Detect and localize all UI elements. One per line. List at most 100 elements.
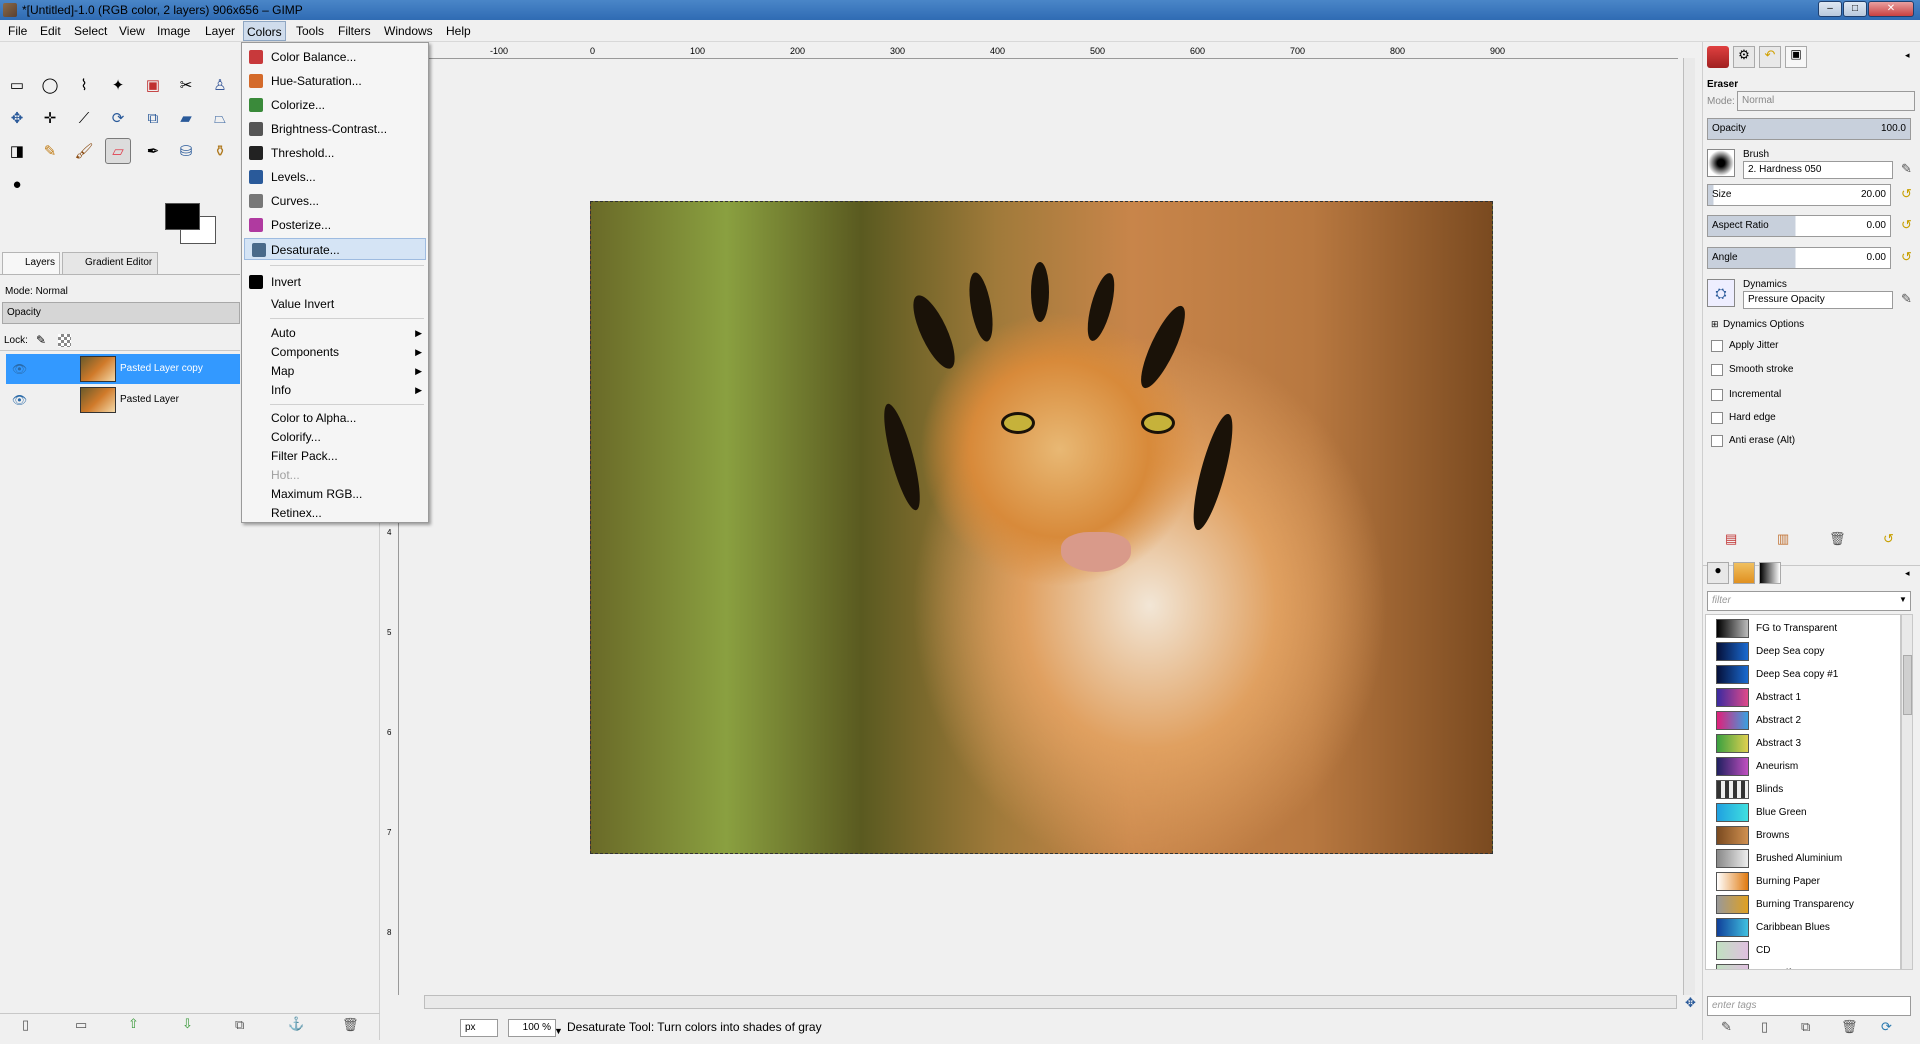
layer-row[interactable]: 👁 Pasted Layer — [6, 385, 240, 415]
menu-item-info[interactable]: Info ▶ — [242, 379, 428, 401]
menu-view[interactable]: View — [115, 24, 149, 38]
menu-item-desaturate[interactable]: Desaturate... — [244, 238, 426, 260]
smudge-icon[interactable]: ● — [4, 171, 30, 197]
horizontal-scrollbar[interactable] — [424, 995, 1677, 1009]
ellipse-select-icon[interactable]: ◯ — [37, 72, 63, 98]
size-slider[interactable]: Size 20.00 — [1707, 184, 1891, 206]
save-options-icon[interactable]: ▤ — [1725, 531, 1737, 547]
flip-icon[interactable]: ◨ — [4, 138, 30, 164]
menu-item-retinex[interactable]: Retinex... — [242, 502, 428, 524]
menu-item-color-balance[interactable]: Color Balance... — [242, 46, 428, 68]
tab-brushes[interactable]: ● — [1707, 562, 1729, 584]
lock-pixels-icon[interactable]: ✎ — [36, 333, 46, 347]
tab-layers[interactable]: Layers — [2, 252, 60, 274]
crop-icon[interactable]: ⟋ — [71, 105, 97, 131]
dock-menu-icon[interactable]: ◂ — [1905, 568, 1910, 579]
menu-filters[interactable]: Filters — [334, 24, 375, 38]
list-item[interactable]: Burning Paper — [1712, 870, 1900, 893]
chevron-down-icon[interactable]: ▼ — [554, 1019, 563, 1044]
horizontal-ruler[interactable]: -100 0 100 200 300 400 500 600 700 800 9… — [395, 45, 1678, 59]
tab-tool-options[interactable] — [1707, 46, 1729, 68]
list-item[interactable]: Brushed Aluminium — [1712, 847, 1900, 870]
apply-jitter-checkbox[interactable] — [1711, 340, 1723, 352]
unit-selector[interactable]: px — [460, 1019, 498, 1037]
new-gradient-icon[interactable]: ▯ — [1761, 1019, 1768, 1035]
list-item[interactable]: Abstract 1 — [1712, 686, 1900, 709]
gradient-filter-input[interactable]: filter — [1707, 591, 1911, 611]
list-item[interactable]: Deep Sea copy #1 — [1712, 663, 1900, 686]
menu-windows[interactable]: Windows — [380, 24, 437, 38]
maximize-button[interactable]: □ — [1843, 1, 1867, 17]
tab-gradients[interactable] — [1759, 562, 1781, 584]
brush-name[interactable]: 2. Hardness 050 — [1743, 161, 1893, 179]
smooth-stroke-checkbox[interactable] — [1711, 364, 1723, 376]
list-item[interactable]: Abstract 2 — [1712, 709, 1900, 732]
menu-item-levels[interactable]: Levels... — [242, 166, 428, 188]
gradient-list-scrollbar[interactable] — [1901, 614, 1913, 970]
anti-erase-checkbox[interactable] — [1711, 435, 1723, 447]
list-item[interactable]: Browns — [1712, 824, 1900, 847]
reset-aspect-icon[interactable]: ↺ — [1901, 217, 1912, 233]
menu-item-brightness-contrast[interactable]: Brightness-Contrast... — [242, 118, 428, 140]
dynamics-options-label[interactable]: Dynamics Options — [1723, 319, 1804, 330]
menu-layer[interactable]: Layer — [201, 24, 239, 38]
reset-size-icon[interactable]: ↺ — [1901, 186, 1912, 202]
ink-icon[interactable]: ⛁ — [173, 138, 199, 164]
edit-brush-icon[interactable]: ✎ — [1901, 161, 1912, 177]
gradient-list[interactable]: FG to Transparent Deep Sea copy Deep Sea… — [1705, 614, 1901, 970]
tiger-image-canvas[interactable] — [590, 201, 1493, 854]
foreground-color-swatch[interactable] — [165, 203, 200, 230]
tab-patterns[interactable] — [1733, 562, 1755, 584]
reset-options-icon[interactable]: ↺ — [1883, 531, 1894, 547]
raise-layer-icon[interactable]: ⇧ — [128, 1016, 139, 1032]
vertical-scrollbar[interactable] — [1683, 58, 1695, 995]
mode-select[interactable]: Normal — [1737, 91, 1915, 111]
tab-undo-history[interactable]: ↶ — [1759, 46, 1781, 68]
hard-edge-checkbox[interactable] — [1711, 412, 1723, 424]
menu-image[interactable]: Image — [153, 24, 194, 38]
anchor-layer-icon[interactable]: ⚓ — [288, 1016, 304, 1032]
menu-edit[interactable]: Edit — [36, 24, 65, 38]
pencil-icon[interactable]: ✎ — [37, 138, 63, 164]
menu-tools[interactable]: Tools — [292, 24, 328, 38]
scale-icon[interactable]: ⧉ — [140, 105, 166, 131]
free-select-icon[interactable]: ⌇ — [71, 72, 97, 98]
brush-preview[interactable] — [1707, 149, 1735, 177]
lock-alpha-icon[interactable] — [58, 334, 71, 347]
edit-dynamics-icon[interactable]: ✎ — [1901, 291, 1912, 307]
menu-colors[interactable]: Colors — [243, 21, 286, 41]
select-by-color-icon[interactable]: ▣ — [140, 72, 166, 98]
menu-select[interactable]: Select — [70, 24, 111, 38]
tab-device-status[interactable]: ⚙ — [1733, 46, 1755, 68]
layers-mode[interactable]: Mode: Normal — [5, 286, 68, 297]
scrollbar-thumb[interactable] — [1903, 655, 1912, 715]
list-item[interactable]: FG to Transparent — [1712, 617, 1900, 640]
list-item[interactable]: CD — [1712, 939, 1900, 962]
zoom-selector[interactable]: 100 % — [508, 1019, 556, 1037]
clone-icon[interactable]: ⚱ — [207, 138, 233, 164]
edit-gradient-icon[interactable]: ✎ — [1721, 1019, 1732, 1035]
minimize-button[interactable]: – — [1818, 1, 1842, 17]
aspect-ratio-slider[interactable]: Aspect Ratio 0.00 — [1707, 215, 1891, 237]
visibility-eye-icon[interactable]: 👁 — [12, 354, 27, 384]
refresh-gradients-icon[interactable]: ⟳ — [1881, 1019, 1892, 1035]
align-icon[interactable]: ✛ — [37, 105, 63, 131]
menu-item-curves[interactable]: Curves... — [242, 190, 428, 212]
tab-gradient-editor[interactable]: Gradient Editor — [62, 252, 158, 274]
list-item[interactable]: Deep Sea copy — [1712, 640, 1900, 663]
layers-opacity-slider[interactable]: Opacity — [2, 302, 240, 324]
move-icon[interactable]: ✥ — [4, 105, 30, 131]
list-item[interactable]: CD Half — [1712, 962, 1900, 969]
reset-angle-icon[interactable]: ↺ — [1901, 249, 1912, 265]
list-item[interactable]: Blinds — [1712, 778, 1900, 801]
paintbrush-icon[interactable]: 🖌 — [71, 138, 97, 164]
airbrush-icon[interactable]: ✒ — [140, 138, 166, 164]
shear-icon[interactable]: ▰ — [173, 105, 199, 131]
menu-item-posterize[interactable]: Posterize... — [242, 214, 428, 236]
menu-file[interactable]: File — [4, 24, 31, 38]
incremental-checkbox[interactable] — [1711, 389, 1723, 401]
gradient-tags-input[interactable]: enter tags — [1707, 996, 1911, 1016]
menu-item-threshold[interactable]: Threshold... — [242, 142, 428, 164]
lower-layer-icon[interactable]: ⇩ — [182, 1016, 193, 1032]
dynamics-name[interactable]: Pressure Opacity — [1743, 291, 1893, 309]
